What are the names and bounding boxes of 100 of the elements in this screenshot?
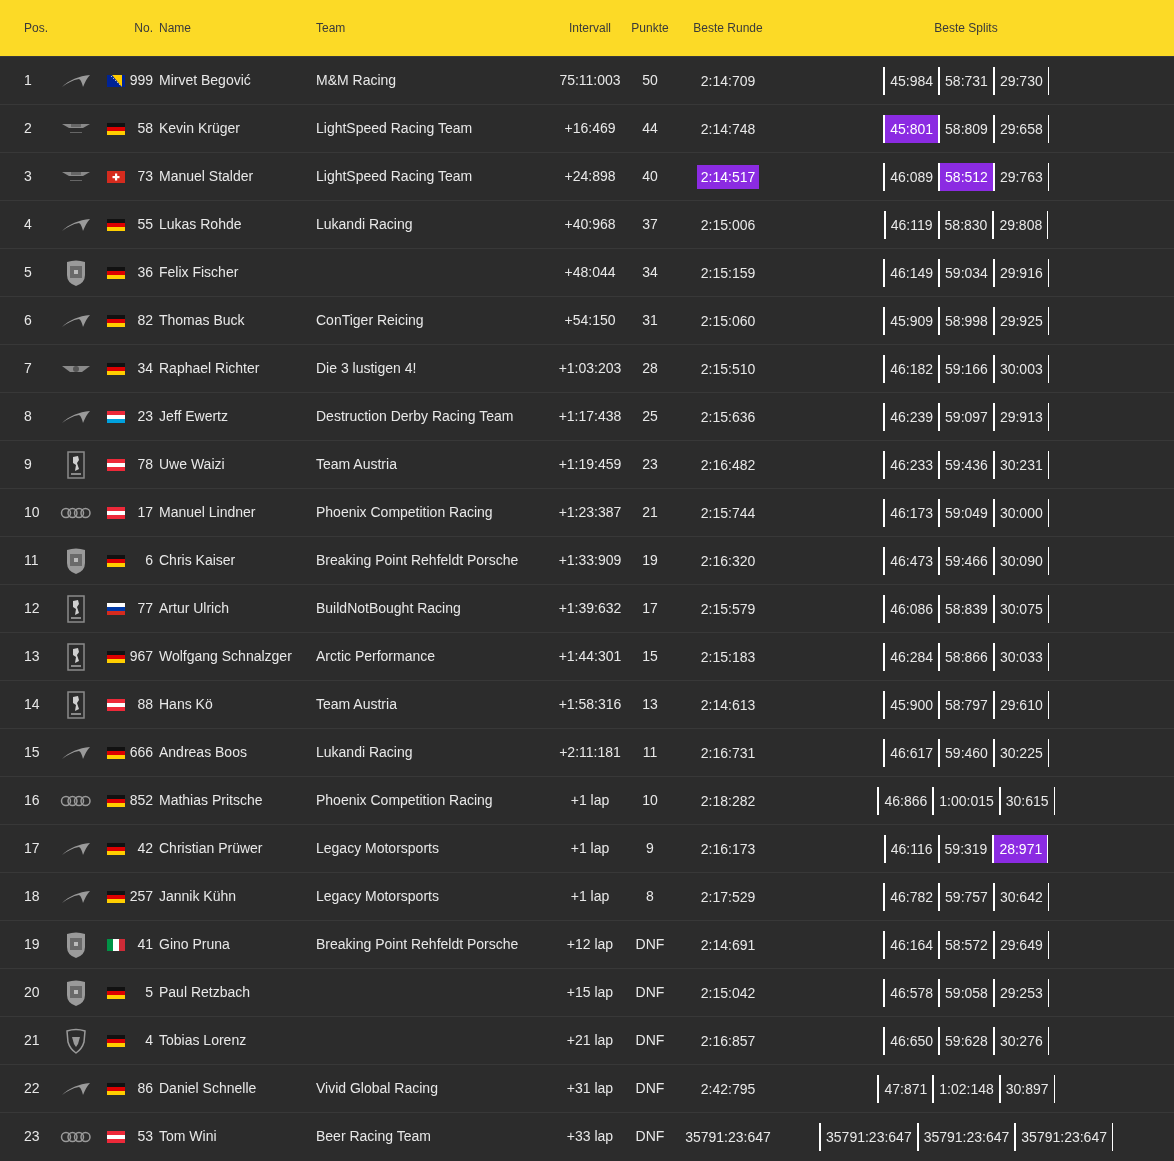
best-lap-time: 2:15:636 [699, 407, 757, 427]
column-header[interactable]: Pos. [24, 21, 48, 35]
interval-time: +31 lap [566, 1079, 614, 1098]
interval-time: +1:58:316 [558, 695, 622, 714]
flag-icon [107, 554, 125, 567]
split-time: 29:658 [992, 114, 1048, 143]
team-name: Destruction Derby Racing Team [316, 408, 514, 424]
interval-time: +1:23:387 [558, 503, 622, 522]
driver-name: Mathias Pritsche [159, 792, 263, 808]
driver-name: Andreas Boos [159, 744, 247, 760]
car-number: 53 [137, 1128, 153, 1144]
split-time: 28:971 [992, 834, 1048, 863]
best-lap-time: 2:16:320 [699, 551, 757, 571]
column-header[interactable]: Name [159, 21, 191, 35]
flag-icon [107, 650, 125, 663]
best-lap-time: 2:16:731 [699, 743, 757, 763]
rings-logo-icon [60, 1130, 92, 1143]
horse-logo-icon [67, 690, 85, 719]
split-time: 46:116 [883, 834, 938, 863]
split-time: 59:097 [938, 402, 993, 431]
team-name: Lukandi Racing [316, 744, 413, 760]
driver-name: Jeff Ewertz [159, 408, 228, 424]
crest-logo-icon [65, 258, 87, 287]
split-time: 59:058 [938, 978, 993, 1007]
team-name: Arctic Performance [316, 648, 436, 664]
interval-time: +54:150 [564, 311, 616, 330]
driver-name: Paul Retzbach [159, 984, 251, 1000]
position-text: 19 [24, 936, 40, 952]
split-time: 30:033 [992, 642, 1048, 671]
interval-time: +40:968 [564, 215, 616, 234]
split-time: 35791:23:647 [916, 1122, 1015, 1151]
team-name: Team Austria [316, 456, 397, 472]
best-lap-time: 35791:23:647 [684, 1127, 772, 1147]
split-time: 59:466 [938, 546, 993, 575]
split-time: 58:512 [938, 162, 993, 191]
team-name: LightSpeed Racing Team [316, 168, 473, 184]
interval-time: +1:33:909 [558, 551, 622, 570]
driver-name: Manuel Stalder [159, 168, 254, 184]
position-text: 11 [24, 552, 39, 568]
split-time: 46:182 [883, 354, 939, 383]
column-header[interactable]: Intervall [569, 19, 611, 37]
split-time: 29:763 [992, 162, 1048, 191]
driver-name: Gino Pruna [159, 936, 230, 952]
points-value: DNF [635, 983, 665, 1002]
flag-icon [107, 122, 125, 135]
flag-icon [107, 410, 125, 423]
split-time: 46:233 [883, 450, 939, 479]
driver-name: Christian Prüwer [159, 840, 263, 856]
team-name: LightSpeed Racing Team [316, 120, 473, 136]
position-text: 21 [24, 1032, 40, 1048]
split-time: 30:615 [998, 786, 1054, 815]
position-text: 6 [24, 312, 32, 328]
split-time: 30:225 [992, 738, 1048, 767]
position-text: 8 [24, 408, 32, 424]
car-number: 999 [129, 72, 153, 88]
driver-name: Tobias Lorenz [159, 1032, 247, 1048]
split-time: 30:003 [992, 354, 1048, 383]
best-lap-time: 2:15:006 [699, 215, 757, 235]
wings-logo-icon [61, 363, 91, 374]
best-lap-time: 2:14:613 [699, 695, 757, 715]
interval-time: +21 lap [566, 1031, 614, 1050]
split-time: 47:871 [877, 1074, 933, 1103]
column-header[interactable]: Beste Runde [693, 19, 763, 37]
column-header[interactable]: Beste Splits [934, 19, 998, 37]
split-time: 46:149 [883, 258, 939, 287]
car-number: 23 [137, 408, 153, 424]
driver-name: Artur Ulrich [159, 600, 229, 616]
car-number: 36 [137, 264, 153, 280]
split-time: 46:239 [883, 402, 939, 431]
flag-icon [107, 938, 125, 951]
split-time: 59:628 [938, 1026, 993, 1055]
interval-time: +1:19:459 [558, 455, 622, 474]
position-text: 2 [24, 120, 32, 136]
points-value: 9 [646, 839, 654, 858]
split-time: 35791:23:647 [1014, 1122, 1112, 1151]
split-time: 58:731 [938, 66, 993, 95]
split-time: 45:801 [883, 114, 939, 143]
points-value: 10 [642, 791, 658, 810]
flag-icon [107, 458, 125, 471]
flag-icon [107, 362, 125, 375]
car-number: 42 [137, 840, 153, 856]
driver-name: Thomas Buck [159, 312, 245, 328]
flag-icon [107, 602, 125, 615]
position-text: 1 [24, 72, 32, 88]
car-number: 967 [129, 648, 153, 664]
interval-time: +2:11:181 [559, 743, 621, 762]
interval-time: +1:17:438 [558, 407, 622, 426]
column-header[interactable]: No. [134, 21, 153, 35]
team-name: Beer Racing Team [316, 1128, 431, 1144]
team-name: Legacy Motorsports [316, 888, 439, 904]
flag-icon [107, 1082, 125, 1095]
split-time: 45:984 [883, 66, 939, 95]
column-header[interactable]: Team [316, 21, 346, 35]
best-lap-time: 2:16:482 [699, 455, 757, 475]
split-time: 46:650 [883, 1026, 939, 1055]
rings-logo-icon [60, 794, 92, 807]
points-value: 8 [646, 887, 654, 906]
column-header[interactable]: Punkte [631, 19, 669, 37]
best-lap-time: 2:16:173 [699, 839, 757, 859]
crest-logo-icon [65, 978, 87, 1007]
